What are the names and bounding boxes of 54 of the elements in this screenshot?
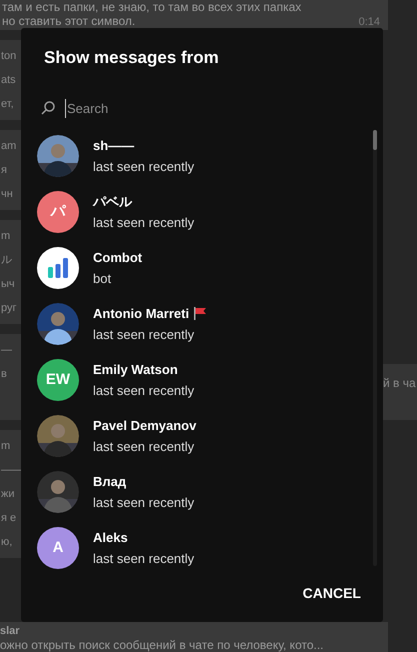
member-name: Pavel Demyanov bbox=[93, 416, 196, 435]
member-row[interactable]: EW Emily Watson last seen recently bbox=[21, 352, 373, 408]
cancel-button[interactable]: CANCEL bbox=[300, 581, 363, 606]
member-row[interactable]: Pavel Demyanov last seen recently bbox=[21, 408, 373, 464]
member-name: Emily Watson bbox=[93, 360, 178, 379]
search-field[interactable]: Search bbox=[65, 98, 315, 118]
message-fragment: руг bbox=[1, 301, 17, 316]
member-status: last seen recently bbox=[93, 494, 194, 512]
member-status: last seen recently bbox=[93, 550, 194, 568]
message-time: 0:14 bbox=[358, 14, 381, 30]
search-icon bbox=[41, 101, 55, 116]
member-name: Aleks bbox=[93, 528, 128, 546]
member-status: bot bbox=[93, 270, 112, 288]
bar-chart-logo-icon bbox=[37, 247, 79, 289]
message-fragment: m bbox=[1, 229, 10, 244]
message-text: там и есть папки, не знаю, то там во всех этих папках bbox=[2, 0, 302, 14]
message-fragment: am bbox=[1, 139, 16, 154]
avatar-initials: EW bbox=[37, 359, 79, 401]
member-name: Combot bbox=[93, 248, 142, 266]
message-fragment: й в ча bbox=[383, 375, 417, 392]
message-fragment: ル bbox=[1, 253, 12, 268]
member-name: sh—— bbox=[93, 136, 134, 154]
message-fragment: в bbox=[1, 367, 7, 382]
message-fragment: — bbox=[1, 343, 12, 358]
message-fragment: я bbox=[1, 163, 7, 178]
member-row[interactable]: Antonio Marreti last seen recently bbox=[21, 296, 373, 352]
member-name: Влад bbox=[93, 472, 126, 491]
member-name: パベル bbox=[93, 192, 132, 210]
message-text: но ставить этот символ. bbox=[2, 14, 136, 28]
avatar-initials: A bbox=[37, 527, 79, 569]
member-row[interactable]: Combot bot bbox=[21, 240, 373, 296]
message-fragment: ats bbox=[1, 73, 16, 88]
member-status: last seen recently bbox=[93, 158, 194, 176]
avatar-initials: パ bbox=[37, 191, 79, 233]
message-fragment: чн bbox=[1, 187, 13, 202]
message-fragment: ет, bbox=[1, 97, 14, 112]
message-fragment: m bbox=[1, 439, 10, 454]
member-name: Antonio Marreti bbox=[93, 304, 190, 322]
message-text: ожно открыть поиск сообщений в чате по человеку, кото... bbox=[0, 638, 324, 652]
member-row[interactable]: A Aleks last seen recently bbox=[21, 520, 373, 576]
member-row[interactable]: sh—— last seen recently bbox=[21, 128, 373, 184]
message-fragment: ю, bbox=[1, 535, 12, 550]
member-row[interactable]: Влад last seen recently bbox=[21, 464, 373, 520]
sender-name: slar bbox=[0, 625, 20, 638]
dialog-title: Show messages from bbox=[43, 47, 220, 69]
member-status: last seen recently bbox=[93, 326, 196, 344]
message-fragment: ton bbox=[1, 49, 16, 64]
member-status: last seen recently bbox=[93, 382, 194, 400]
message-fragment: я е bbox=[1, 511, 16, 526]
message-fragment: ыч bbox=[1, 277, 15, 292]
member-row[interactable]: パ パベル last seen recently bbox=[21, 184, 373, 240]
member-status: last seen recently bbox=[93, 214, 194, 232]
member-status: last seen recently bbox=[93, 438, 196, 456]
message-fragment: жи bbox=[1, 487, 15, 502]
